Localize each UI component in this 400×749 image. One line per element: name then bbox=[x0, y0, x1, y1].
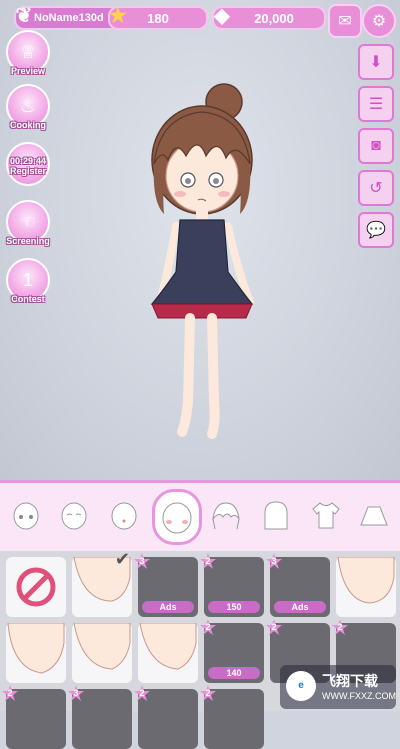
item-cell[interactable]: 2 140 bbox=[200, 619, 264, 683]
item-cell[interactable]: 2 bbox=[200, 685, 264, 749]
list-button[interactable]: ☰ bbox=[358, 86, 394, 122]
item-cell[interactable] bbox=[138, 622, 198, 683]
star-badge: 2 bbox=[266, 619, 282, 635]
star-badge: 2 bbox=[200, 553, 216, 569]
shirt-icon bbox=[312, 502, 340, 529]
item-cell[interactable]: 2 150 bbox=[200, 553, 264, 617]
leaf-icon: ❦ bbox=[15, 5, 33, 27]
item-cell[interactable] bbox=[336, 556, 396, 617]
none-icon bbox=[16, 567, 56, 607]
checkmark-icon: ✔ bbox=[114, 549, 130, 569]
price-tag: 140 bbox=[208, 667, 260, 679]
item-cell[interactable]: ✔ bbox=[72, 549, 132, 617]
cooking-button[interactable]: ♨ Cooking bbox=[4, 84, 52, 130]
settings-button[interactable]: ⚙ bbox=[362, 4, 396, 38]
watermark-logo-icon: e bbox=[286, 671, 316, 701]
item-cell[interactable] bbox=[6, 622, 66, 683]
player-name-pill[interactable]: ❦ NoName130d bbox=[14, 5, 120, 30]
undo-button[interactable]: ↺ bbox=[358, 170, 394, 206]
item-cell[interactable]: 3 Ads bbox=[266, 553, 330, 617]
item-cell[interactable]: 2 bbox=[2, 685, 66, 749]
star-badge: 3 bbox=[266, 553, 282, 569]
face-eyes-icon bbox=[13, 502, 39, 530]
item-cell[interactable]: 3 bbox=[68, 685, 132, 749]
cheek-item-icon bbox=[73, 622, 131, 670]
category-tabs bbox=[0, 480, 400, 554]
gear-icon: ⚙ bbox=[371, 13, 387, 30]
cheek-item-icon bbox=[139, 622, 197, 670]
star-badge: 3 bbox=[68, 685, 84, 701]
hair-front-icon bbox=[212, 502, 240, 530]
camera-button[interactable]: ◙ bbox=[358, 128, 394, 164]
watermark-url: WWW.FXXZ.COM bbox=[322, 691, 396, 701]
tab-top[interactable] bbox=[306, 495, 346, 535]
list-icon: ☰ bbox=[368, 96, 384, 113]
star-badge: 3 bbox=[134, 553, 150, 569]
gem-count: 20,000 bbox=[254, 10, 294, 26]
hair-back-icon bbox=[264, 501, 288, 530]
download-icon: ⬇ bbox=[369, 54, 383, 71]
skirt-icon bbox=[360, 506, 388, 526]
contest-label: Contest bbox=[11, 294, 45, 304]
tab-mouth[interactable] bbox=[104, 495, 144, 535]
screening-button[interactable]: ☜ Screening bbox=[4, 200, 52, 246]
tab-hair-back[interactable] bbox=[256, 495, 296, 535]
chat-button[interactable]: 💬 bbox=[358, 212, 394, 248]
camera-icon: ◙ bbox=[371, 137, 381, 154]
preview-label: Preview bbox=[10, 66, 46, 76]
register-label: Register bbox=[9, 166, 46, 176]
tab-skirt[interactable] bbox=[354, 495, 394, 535]
diamond-icon: ◆ bbox=[214, 5, 230, 27]
star-icon: ★ bbox=[109, 5, 127, 27]
star-count: 180 bbox=[147, 10, 169, 26]
screening-label: Screening bbox=[6, 236, 50, 246]
star-badge: 2 bbox=[134, 685, 150, 701]
save-button[interactable]: ⬇ bbox=[358, 44, 394, 80]
watermark-title: 飞翔下载 bbox=[322, 673, 378, 689]
star-badge: 2 bbox=[200, 685, 216, 701]
tab-hair-front[interactable] bbox=[206, 495, 246, 535]
undo-icon: ↺ bbox=[369, 180, 383, 197]
preview-button[interactable]: ♕ Preview bbox=[4, 30, 52, 76]
cooking-label: Cooking bbox=[10, 120, 46, 130]
cheek-item-icon bbox=[7, 622, 65, 674]
contest-button[interactable]: 1 Contest bbox=[4, 258, 52, 304]
item-cell[interactable]: 3 Ads bbox=[134, 553, 198, 617]
cheek-item-icon bbox=[337, 556, 395, 604]
face-shape-icon bbox=[61, 502, 87, 530]
ads-tag: Ads bbox=[274, 601, 326, 613]
speech-bubble-icon: 💬 bbox=[366, 222, 386, 239]
top-bar: ❦ NoName130d ★ 180 ◆ 20,000 ✉ ⚙ bbox=[0, 4, 400, 38]
tab-face-shape[interactable] bbox=[54, 495, 94, 535]
mail-button[interactable]: ✉ bbox=[328, 4, 362, 38]
star-badge: 2 bbox=[200, 619, 216, 635]
face-mouth-icon bbox=[111, 502, 137, 530]
player-name: NoName130d bbox=[34, 12, 104, 24]
star-badge: 2 bbox=[332, 619, 348, 635]
remove-item-cell[interactable] bbox=[6, 557, 66, 617]
ads-tag: Ads bbox=[142, 601, 194, 613]
gem-currency[interactable]: ◆ 20,000 bbox=[212, 5, 326, 30]
star-badge: 2 bbox=[2, 685, 18, 701]
face-cheeks-icon bbox=[162, 502, 192, 534]
register-timer: 00:29:44 bbox=[9, 156, 47, 166]
item-cell[interactable]: 2 bbox=[134, 685, 198, 749]
star-currency[interactable]: ★ 180 bbox=[108, 5, 208, 30]
register-button[interactable]: ! 00:29:44 Register bbox=[4, 142, 52, 186]
tab-cheeks[interactable] bbox=[152, 489, 202, 545]
character-avatar[interactable] bbox=[140, 72, 270, 452]
envelope-icon: ✉ bbox=[338, 13, 352, 30]
price-tag: 150 bbox=[208, 601, 260, 613]
tab-eyes[interactable] bbox=[6, 495, 46, 535]
item-cell[interactable] bbox=[72, 622, 132, 683]
watermark: e 飞翔下载 WWW.FXXZ.COM bbox=[280, 665, 396, 709]
